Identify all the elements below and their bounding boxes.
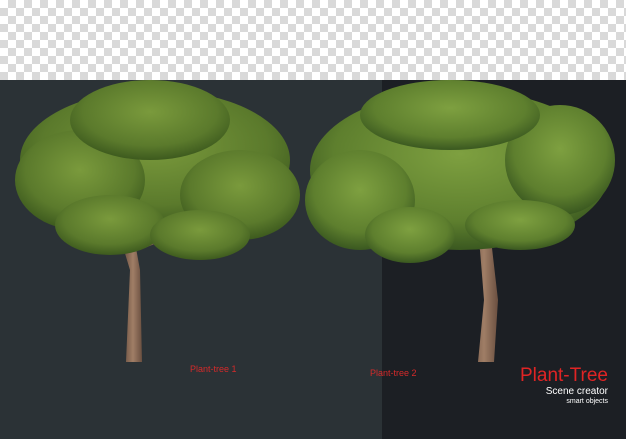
brand-title: Plant-Tree [520, 365, 608, 386]
tree-1-canopy [15, 80, 300, 260]
tree-1 [15, 80, 300, 362]
brand-block: Plant-Tree Scene creator smart objects [520, 366, 608, 406]
brand-subtitle: Scene creator [545, 386, 608, 397]
tree-2-canopy [305, 80, 615, 263]
tree-2-caption: Plant-tree 2 [370, 368, 417, 378]
brand-tagline: smart objects [566, 398, 608, 405]
tree-1-caption: Plant-tree 1 [190, 364, 237, 374]
tree-2 [305, 80, 615, 362]
